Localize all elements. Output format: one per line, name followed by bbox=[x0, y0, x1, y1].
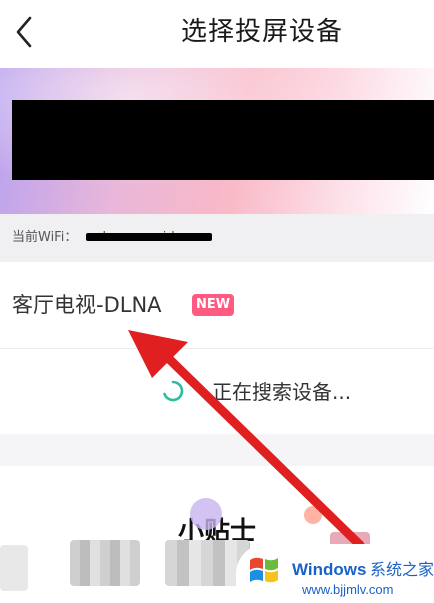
page-title: 选择投屏设备 bbox=[180, 17, 343, 47]
blurred-content bbox=[0, 545, 28, 591]
device-item[interactable]: 客厅电视-DLNA NEW bbox=[0, 262, 434, 348]
blurred-content bbox=[70, 540, 140, 586]
watermark-brand-cn: 系统之家 bbox=[370, 560, 434, 579]
wifi-ssid-redaction bbox=[86, 233, 212, 241]
watermark-url: www.bjjmlv.com bbox=[302, 582, 394, 597]
banner-redacted-area bbox=[12, 100, 434, 180]
wifi-status-row: 当前WiFi： unknown ssid bbox=[0, 214, 434, 262]
watermark-brand: Windows bbox=[292, 560, 367, 579]
searching-status: 正在搜索设备... bbox=[212, 380, 352, 404]
loading-spinner-icon bbox=[163, 380, 184, 402]
windows-watermark: Windows 系统之家 www.bjjmlv.com bbox=[236, 544, 434, 603]
top-bar: 选择投屏设备 bbox=[0, 0, 434, 68]
decorative-bubble bbox=[190, 498, 222, 530]
device-name: 客厅电视-DLNA bbox=[12, 293, 162, 317]
searching-row: 正在搜索设备... bbox=[0, 348, 434, 434]
decorative-bubble bbox=[304, 506, 322, 524]
new-badge: NEW bbox=[192, 294, 235, 316]
windows-logo-icon bbox=[250, 557, 278, 583]
wifi-label: 当前WiFi： bbox=[12, 230, 78, 245]
promo-banner[interactable] bbox=[0, 68, 434, 214]
